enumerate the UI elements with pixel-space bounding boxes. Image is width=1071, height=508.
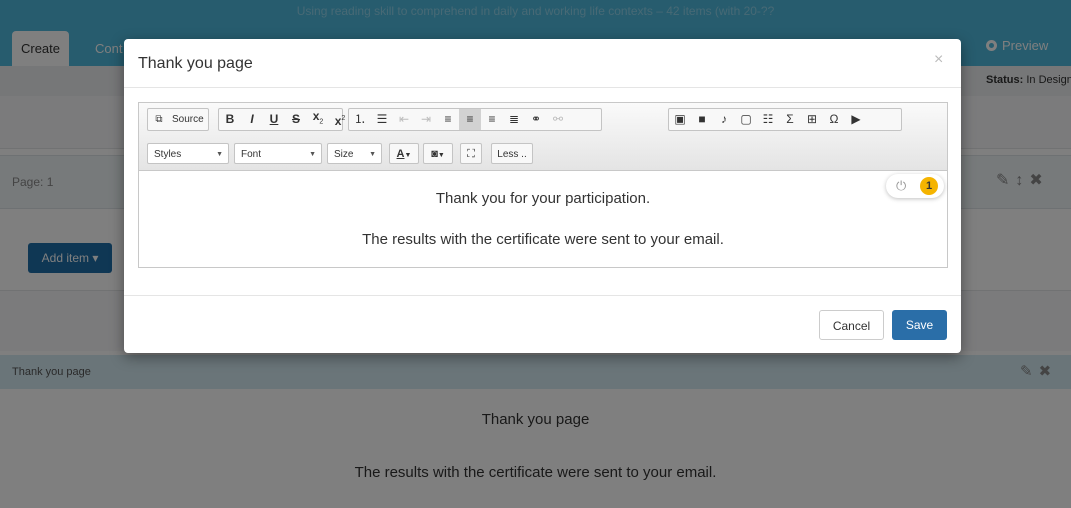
subscript-icon[interactable]: x2: [307, 106, 329, 132]
indent-icon[interactable]: ⇥: [415, 109, 437, 130]
template-icon[interactable]: ☷: [757, 109, 779, 130]
chevron-down-icon: ▼: [369, 151, 376, 158]
outdent-icon[interactable]: ⇤: [393, 109, 415, 130]
format-group: B I U S x2 x2: [218, 106, 345, 132]
image-icon[interactable]: ▣: [669, 109, 691, 130]
table-icon[interactable]: ⊞: [801, 109, 823, 130]
text-color-button[interactable]: A▼: [389, 143, 419, 164]
maximize-icon[interactable]: ⛶: [460, 143, 482, 164]
content-line-2: The results with the certificate were se…: [362, 231, 724, 248]
font-label: Font: [241, 149, 262, 160]
justify-icon[interactable]: ≣: [503, 109, 525, 130]
underline-icon[interactable]: U: [263, 109, 285, 130]
assistant-widget[interactable]: ⏻ 1: [886, 174, 944, 198]
thank-you-modal: Thank you page × ⧉ Source B I U S x2 x2 ⒈…: [124, 39, 961, 353]
audio-icon[interactable]: ♪: [713, 109, 735, 130]
align-right-icon[interactable]: ≡: [481, 109, 503, 130]
chevron-down-icon: ▼: [216, 151, 223, 158]
special-char-icon[interactable]: Ω: [823, 109, 845, 130]
power-icon[interactable]: ⏻: [896, 178, 906, 194]
source-label: Source: [172, 114, 204, 125]
cancel-button[interactable]: Cancel: [819, 310, 884, 340]
file-icon[interactable]: ▢: [735, 109, 757, 130]
bg-color-button[interactable]: ◙▼: [423, 143, 453, 164]
video-icon[interactable]: ■: [691, 109, 713, 130]
rich-text-editor: ⧉ Source B I U S x2 x2 ⒈ ☰ ⇤ ⇥ ≡ ≡ ≡ ≣ ⚭ …: [138, 102, 948, 268]
content-line-1: Thank you for your participation.: [435, 190, 651, 207]
divider: [124, 87, 961, 88]
unlink-icon[interactable]: ⚯: [547, 109, 569, 130]
font-dropdown[interactable]: Font ▼: [234, 143, 322, 164]
notification-badge: 1: [920, 177, 938, 195]
strikethrough-icon[interactable]: S: [285, 109, 307, 130]
close-icon[interactable]: ×: [934, 51, 943, 69]
source-button[interactable]: ⧉ Source: [147, 108, 209, 131]
divider: [124, 295, 961, 296]
source-icon: ⧉: [155, 114, 163, 125]
insert-group: ▣ ■ ♪ ▢ ☷ Σ ⊞ Ω ▶: [668, 108, 902, 131]
less-button[interactable]: Less ..: [491, 143, 533, 164]
size-dropdown[interactable]: Size ▼: [327, 143, 382, 164]
italic-icon[interactable]: I: [241, 109, 263, 130]
editor-content-area[interactable]: Thank you for your participation. The re…: [139, 171, 947, 267]
size-label: Size: [334, 149, 354, 160]
styles-dropdown[interactable]: Styles ▼: [147, 143, 229, 164]
styles-label: Styles: [154, 149, 182, 160]
align-center-icon[interactable]: ≡: [459, 109, 481, 130]
bold-icon[interactable]: B: [219, 109, 241, 130]
editor-toolbar: ⧉ Source B I U S x2 x2 ⒈ ☰ ⇤ ⇥ ≡ ≡ ≡ ≣ ⚭ …: [139, 103, 947, 171]
save-button[interactable]: Save: [892, 310, 947, 340]
modal-title: Thank you page: [138, 55, 253, 72]
paragraph-group: ⒈ ☰ ⇤ ⇥ ≡ ≡ ≡ ≣ ⚭ ⚯: [348, 108, 602, 131]
link-icon[interactable]: ⚭: [525, 109, 547, 130]
bullet-list-icon[interactable]: ☰: [371, 109, 393, 130]
chevron-down-icon: ▼: [309, 151, 316, 158]
align-left-icon[interactable]: ≡: [437, 109, 459, 130]
youtube-icon[interactable]: ▶: [845, 109, 867, 130]
numbered-list-icon[interactable]: ⒈: [349, 109, 371, 130]
formula-icon[interactable]: Σ: [779, 109, 801, 130]
